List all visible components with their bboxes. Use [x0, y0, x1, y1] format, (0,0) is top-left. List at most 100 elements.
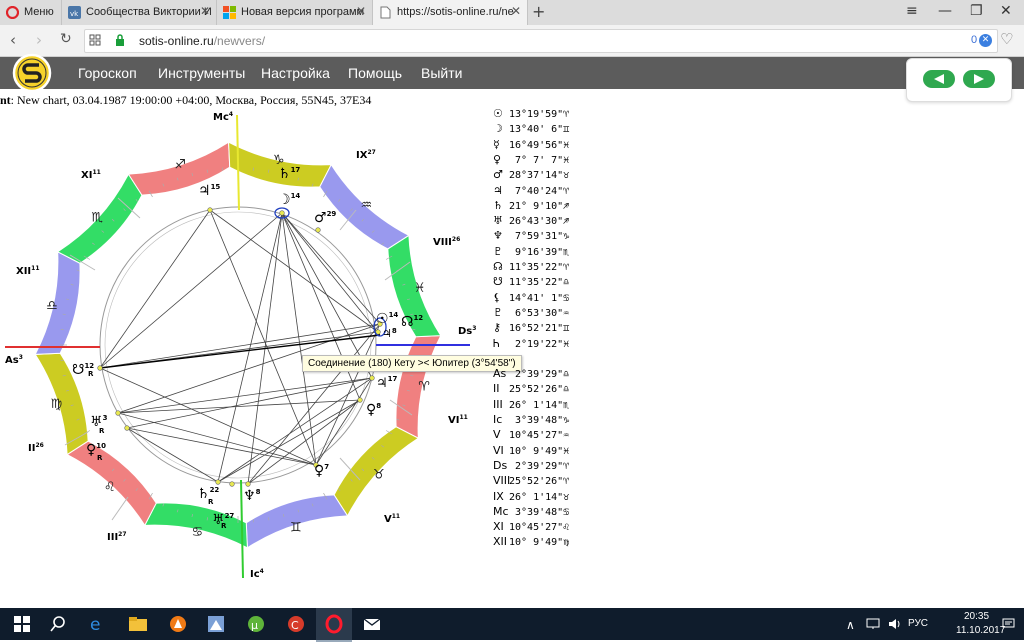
retrograde-mark: R [99, 427, 105, 435]
chevron-up-icon[interactable]: ∧ [846, 618, 855, 632]
house-label-ds: Ds3 [458, 325, 476, 337]
forward-icon[interactable]: › [36, 31, 42, 49]
app-icon[interactable] [206, 614, 226, 634]
windows-start-icon[interactable] [12, 614, 32, 634]
clock-time[interactable]: 20:35 [964, 611, 989, 622]
close-window-icon[interactable]: ✕ [1000, 3, 1012, 19]
menu-horoscope[interactable]: Гороскоп [78, 65, 137, 81]
planet-position: 3°39'48"♋ [509, 507, 569, 518]
house-label-vi: VI11 [448, 414, 468, 426]
arrow-right-icon [972, 73, 986, 85]
speed-dial-icon[interactable] [89, 34, 102, 47]
next-chart-button[interactable] [963, 70, 995, 88]
venus-icon-3[interactable]: ♀7 [314, 463, 329, 479]
bookmark-heart-icon[interactable]: ♡ [1000, 30, 1013, 48]
tab-label: Меню [24, 6, 54, 18]
file-explorer-icon[interactable] [128, 614, 148, 634]
adblock-count: 0 [971, 34, 977, 46]
back-icon[interactable]: ‹ [10, 31, 16, 49]
planet-table-row: Ic 3°39'48"♑ [493, 413, 569, 428]
url-field[interactable]: sotis-online.ru/newvers/ 0 ✕ [84, 29, 998, 53]
language-indicator[interactable]: РУС [908, 618, 928, 629]
search-icon[interactable] [48, 614, 68, 634]
planet-glyph: ☋ [493, 275, 509, 288]
neptune-icon[interactable]: ♆8 [243, 488, 261, 504]
arrow-left-icon [932, 73, 946, 85]
reload-icon[interactable]: ↻ [60, 31, 72, 47]
planet-glyph: ⚷ [493, 321, 509, 334]
sun-icon[interactable]: ☉14 [376, 311, 398, 327]
planet-table-row: ♂28°37'14"♉ [493, 168, 569, 183]
restore-icon[interactable]: ❐ [970, 3, 983, 19]
planet-glyph: ♇ [493, 245, 509, 258]
menu-help[interactable]: Помощь [348, 65, 402, 81]
tab-sotis[interactable]: https://sotis-online.ru/ne ✕ [373, 0, 528, 25]
edge-icon[interactable]: e [88, 614, 108, 634]
site-navbar: Гороскоп Инструменты Настройка Помощь Вы… [0, 57, 1024, 89]
venus-icon[interactable]: ♀8 [366, 402, 381, 418]
house-cusp-line [112, 497, 128, 520]
vk-icon: vk [68, 6, 81, 19]
close-icon[interactable]: ✕ [511, 4, 521, 18]
tab-new-version[interactable]: Новая версия программ ✕ [217, 0, 373, 25]
opera-taskbar-button[interactable] [316, 608, 352, 642]
system-tray: ∧ РУС 20:35 11.10.2017 [824, 608, 1024, 640]
planet-table-row: ⚷16°52'21"♊ [493, 321, 569, 336]
tab-menu-icon[interactable]: ≡ [906, 3, 918, 19]
zodiac-sign-icon: ♒ [360, 198, 372, 213]
menu-logout[interactable]: Выйти [421, 65, 462, 81]
network-icon[interactable] [866, 618, 880, 630]
ccleaner-icon[interactable]: C [286, 614, 306, 634]
planet-glyph: VIII [493, 474, 509, 487]
clock-date[interactable]: 11.10.2017 [956, 625, 1005, 636]
planet-glyph: III [493, 398, 509, 411]
windows-logo-icon [223, 6, 236, 19]
adblock-icon[interactable]: ✕ [979, 34, 992, 47]
notifications-icon[interactable] [1002, 618, 1015, 630]
planet-glyph: ☿ [493, 138, 509, 151]
sotis-logo[interactable] [12, 53, 52, 93]
planet-position: 13°19'59"♈ [509, 109, 569, 120]
opera-menu-tab[interactable]: Меню [0, 0, 62, 25]
url-text: sotis-online.ru/newvers/ [139, 34, 265, 48]
opera-icon [6, 6, 19, 19]
planet-glyph: ♅ [493, 214, 509, 227]
jupiter-marker-icon[interactable]: ♃8 [382, 327, 397, 340]
zodiac-sign-icon: ♐ [174, 157, 186, 172]
tab-vk[interactable]: vk Сообщества Виктории И ✕ [62, 0, 217, 25]
planet-table-row: ♀ 7° 7' 7"♓ [493, 153, 569, 168]
planet-table-row: V10°45'27"♒ [493, 428, 569, 443]
planet-glyph: Ds [493, 459, 509, 472]
planet-glyph: ⚸ [493, 291, 509, 304]
utorrent-icon[interactable]: µ [246, 614, 266, 634]
planet-table-row: Ds 2°39'29"♈ [493, 459, 569, 474]
jupiter-icon-2[interactable]: ♃17 [376, 375, 398, 391]
chart-navigation-panel [906, 58, 1012, 102]
volume-icon[interactable] [888, 618, 902, 630]
svg-text:C: C [291, 619, 299, 632]
close-icon[interactable]: ✕ [356, 4, 366, 18]
aspect-lines [100, 210, 380, 484]
planet-position: 10° 9'49"♓ [509, 446, 569, 457]
prev-chart-button[interactable] [923, 70, 955, 88]
minimize-icon[interactable]: — [938, 3, 952, 19]
planet-table-row: IX26° 1'14"♉ [493, 490, 569, 505]
planet-position: 7°40'24"♈ [509, 186, 569, 197]
new-tab-button[interactable]: + [532, 2, 545, 21]
zodiac-sign-icon: ♋ [191, 525, 203, 540]
planet-position: 14°41' 1"♋ [509, 293, 569, 304]
menu-tools[interactable]: Инструменты [158, 65, 245, 81]
menu-settings[interactable]: Настройка [261, 65, 330, 81]
house-label-xii: XII11 [16, 265, 40, 277]
jupiter-icon[interactable]: ♃15 [198, 183, 220, 199]
moon-icon[interactable]: ☽14 [278, 192, 300, 208]
close-icon[interactable]: ✕ [200, 4, 210, 18]
planet-glyph: ☽ [493, 122, 509, 135]
planet-table-row: ☽13°40' 6"♊ [493, 122, 569, 137]
avast-icon[interactable] [168, 614, 188, 634]
planet-table-row: ♃ 7°40'24"♈ [493, 184, 569, 199]
planet-position: 13°40' 6"♊ [509, 124, 569, 135]
planet-table-row: III26° 1'14"♏ [493, 398, 569, 413]
mars-icon[interactable]: ♂29 [314, 210, 336, 226]
mail-icon[interactable] [362, 614, 382, 634]
